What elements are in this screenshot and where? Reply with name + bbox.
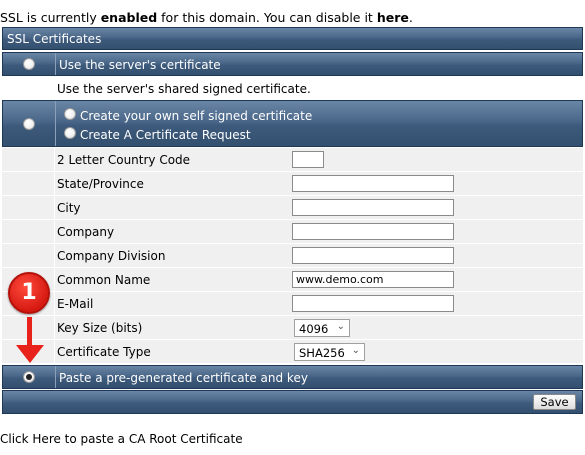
chevron-down-icon: ⌄: [336, 321, 345, 332]
option-paste-radio-cell: [3, 366, 56, 388]
key-size-value: 4096: [299, 322, 329, 336]
section-title: SSL Certificates: [7, 32, 102, 46]
row-company-left: [2, 220, 55, 243]
company-input[interactable]: [292, 223, 454, 240]
row-division-left: [2, 244, 55, 267]
row-state-left: [2, 172, 55, 195]
row-state: State/Province: [2, 172, 583, 196]
state-label: State/Province: [57, 177, 144, 191]
disable-ssl-link[interactable]: here: [377, 10, 409, 25]
row-key-size: Key Size (bits) 4096 ⌄: [2, 316, 583, 340]
notice-prefix: SSL is currently: [0, 10, 101, 25]
arrow-head-icon: [16, 345, 44, 363]
row-country: 2 Letter Country Code: [2, 148, 583, 172]
cert-type-label: Certificate Type: [57, 345, 151, 359]
option-server-label: Use the server's certificate: [59, 58, 221, 72]
option-server-description: Use the server's shared signed certifica…: [57, 82, 311, 96]
paste-ca-root-link[interactable]: Click Here to paste a CA Root Certificat…: [0, 432, 243, 446]
self-signed-label: Create your own self signed certificate: [80, 109, 313, 123]
notice-suffix: .: [408, 10, 413, 25]
row-email: E-Mail: [2, 292, 583, 316]
paste-certificate-radio[interactable]: [23, 371, 35, 383]
country-label: 2 Letter Country Code: [57, 153, 191, 167]
row-cert-type: Certificate Type SHA256 ⌄: [2, 340, 583, 364]
city-label: City: [57, 201, 81, 215]
common-name-label: Common Name: [57, 273, 151, 287]
certificate-request-label: Create A Certificate Request: [80, 128, 251, 142]
country-code-input[interactable]: [292, 151, 324, 168]
company-label: Company: [57, 225, 115, 239]
notice-middle: for this domain. You can disable it: [157, 10, 377, 25]
row-division: Company Division: [2, 244, 583, 268]
key-size-label: Key Size (bits): [57, 321, 143, 335]
email-input[interactable]: [292, 295, 454, 312]
row-city-left: [2, 196, 55, 219]
server-certificate-radio[interactable]: [23, 58, 35, 70]
email-label: E-Mail: [57, 297, 94, 311]
option-server-certificate[interactable]: Use the server's certificate: [2, 52, 583, 76]
save-bar: Save: [2, 390, 583, 414]
state-input[interactable]: [292, 175, 454, 192]
key-size-select[interactable]: 4096 ⌄: [294, 319, 350, 337]
city-input[interactable]: [292, 199, 454, 216]
certificate-request-radio[interactable]: [64, 127, 76, 139]
row-common-name: Common Name: [2, 268, 583, 292]
row-city: City: [2, 196, 583, 220]
option-server-radio-cell: [3, 53, 56, 75]
step-number-badge: 1: [8, 272, 50, 314]
notice-status: enabled: [100, 10, 158, 25]
cert-type-value: SHA256: [299, 346, 345, 360]
row-company: Company: [2, 220, 583, 244]
self-signed-radio[interactable]: [64, 108, 76, 120]
ssl-status-notice: SSL is currently enabled for this domain…: [0, 10, 413, 25]
chevron-down-icon: ⌄: [351, 345, 360, 356]
division-input[interactable]: [292, 247, 454, 264]
option-paste-label: Paste a pre-generated certificate and ke…: [59, 371, 308, 385]
option-create-radio-cell: [3, 101, 56, 146]
row-country-left: [2, 148, 55, 171]
common-name-input[interactable]: [292, 271, 454, 288]
save-button[interactable]: Save: [533, 394, 576, 410]
division-label: Company Division: [57, 249, 166, 263]
section-header: SSL Certificates: [2, 27, 583, 50]
create-certificate-radio[interactable]: [23, 118, 35, 130]
option-create-certificate[interactable]: Create your own self signed certificate …: [2, 100, 583, 147]
cert-type-select[interactable]: SHA256 ⌄: [294, 343, 365, 361]
option-paste-certificate[interactable]: Paste a pre-generated certificate and ke…: [2, 365, 583, 389]
